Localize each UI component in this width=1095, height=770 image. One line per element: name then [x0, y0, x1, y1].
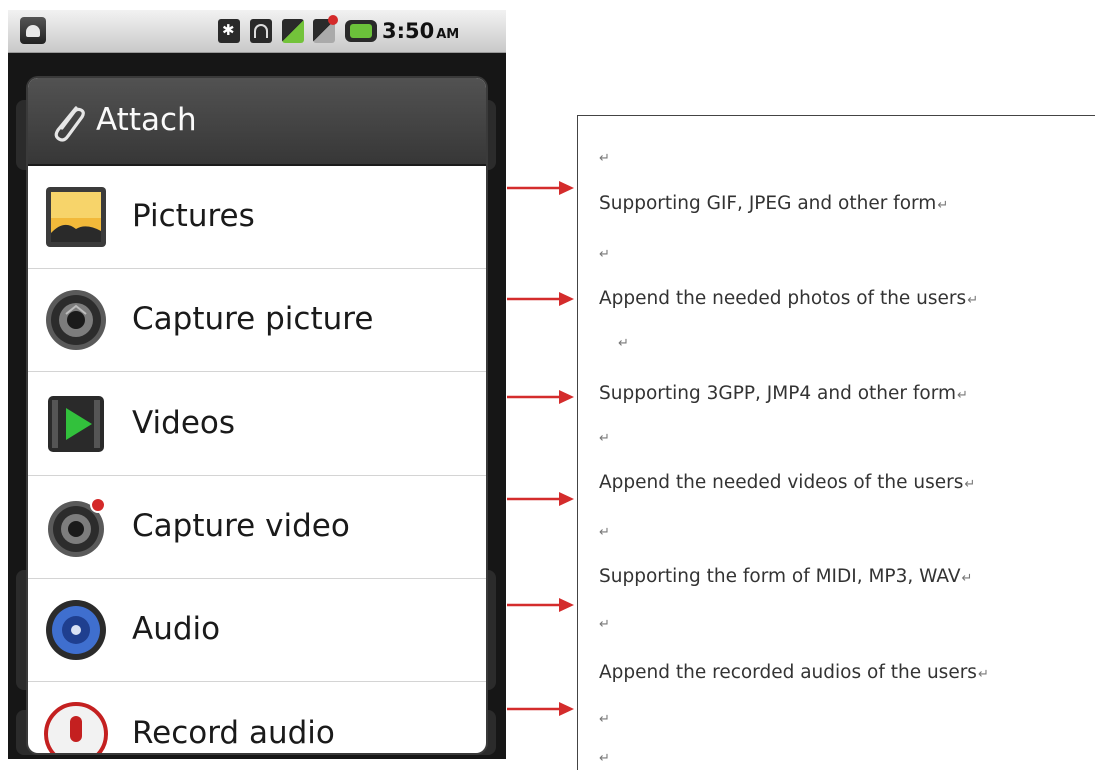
arrow-icon — [507, 492, 574, 506]
microphone-icon — [44, 702, 108, 753]
paragraph-mark: ↵ — [599, 151, 610, 166]
wifi-icon — [250, 19, 272, 43]
signal-no-sim-icon — [313, 15, 338, 43]
phone-screen: 3:50AM Attach Pictures — [8, 10, 506, 759]
speaker-icon — [46, 600, 106, 660]
menu-item-label: Audio — [132, 611, 221, 647]
doc-line-text: Supporting 3GPP, JMP4 and other form — [599, 383, 957, 404]
clock-time: 3:50 — [382, 19, 435, 43]
doc-line: Supporting the form of MIDI, MP3, WAV↵ — [599, 565, 972, 591]
arrow-icon — [507, 390, 574, 404]
paragraph-mark: ↵ — [599, 525, 610, 540]
doc-line-text: Supporting the form of MIDI, MP3, WAV — [599, 566, 961, 587]
menu-item-label: Videos — [132, 405, 236, 441]
doc-line: Supporting GIF, JPEG and other form↵ — [599, 192, 948, 218]
picture-icon — [46, 187, 106, 247]
menu-item-capture-picture[interactable]: Capture picture — [28, 269, 486, 372]
film-play-icon — [48, 396, 104, 452]
doc-line: Append the needed photos of the users↵ — [599, 287, 978, 313]
menu-item-record-audio[interactable]: Record audio — [28, 683, 486, 753]
arrow-icon — [507, 181, 574, 195]
paragraph-mark: ↵ — [599, 431, 610, 446]
return-mark: ↵ — [977, 667, 989, 682]
battery-charging-icon — [345, 20, 377, 42]
dialog-header: Attach — [28, 78, 486, 166]
return-mark: ↵ — [961, 571, 973, 586]
doc-line-text: Supporting GIF, JPEG and other form — [599, 193, 937, 214]
menu-item-label: Capture picture — [132, 301, 374, 337]
return-mark: ↵ — [967, 293, 979, 308]
video-camera-icon — [48, 497, 106, 557]
dialog-title: Attach — [96, 102, 197, 138]
menu-item-capture-video[interactable]: Capture video — [28, 476, 486, 579]
doc-line-text: Append the needed photos of the users — [599, 288, 967, 309]
doc-line-text: Append the recorded audios of the users — [599, 662, 977, 683]
return-mark: ↵ — [937, 198, 949, 213]
menu-item-label: Capture video — [132, 508, 350, 544]
paragraph-mark: ↵ — [599, 617, 610, 632]
paperclip-icon — [54, 106, 85, 142]
status-clock: 3:50 AM — [382, 19, 459, 43]
attach-dialog: Attach Pictures Capture picture Videos C… — [28, 78, 486, 753]
bluetooth-icon — [218, 19, 240, 43]
paragraph-mark: ↵ — [599, 712, 610, 727]
paragraph-mark: ↵ — [618, 336, 629, 351]
paragraph-mark: ↵ — [599, 751, 610, 766]
doc-line: Supporting 3GPP, JMP4 and other form↵ — [599, 382, 968, 408]
menu-item-label: Record audio — [132, 715, 335, 751]
android-icon — [20, 17, 46, 44]
menu-item-pictures[interactable]: Pictures — [28, 166, 486, 269]
status-bar: 3:50AM — [8, 10, 506, 53]
arrow-icon — [507, 292, 574, 306]
doc-line: Append the recorded audios of the users↵ — [599, 661, 989, 687]
paragraph-mark: ↵ — [599, 247, 610, 262]
document-panel: ↵ Supporting GIF, JPEG and other form↵ ↵… — [577, 115, 1095, 770]
doc-line: Append the needed videos of the users↵ — [599, 471, 975, 497]
camera-icon — [46, 290, 106, 350]
clock-ampm: AM — [436, 27, 460, 42]
menu-item-videos[interactable]: Videos — [28, 373, 486, 476]
arrow-icon — [507, 598, 574, 612]
doc-line-text: Append the needed videos of the users — [599, 472, 964, 493]
arrow-icon — [507, 702, 574, 716]
menu-item-audio[interactable]: Audio — [28, 579, 486, 682]
return-mark: ↵ — [964, 477, 976, 492]
return-mark: ↵ — [957, 388, 968, 403]
menu-item-label: Pictures — [132, 198, 255, 234]
signal-icon — [282, 19, 304, 43]
